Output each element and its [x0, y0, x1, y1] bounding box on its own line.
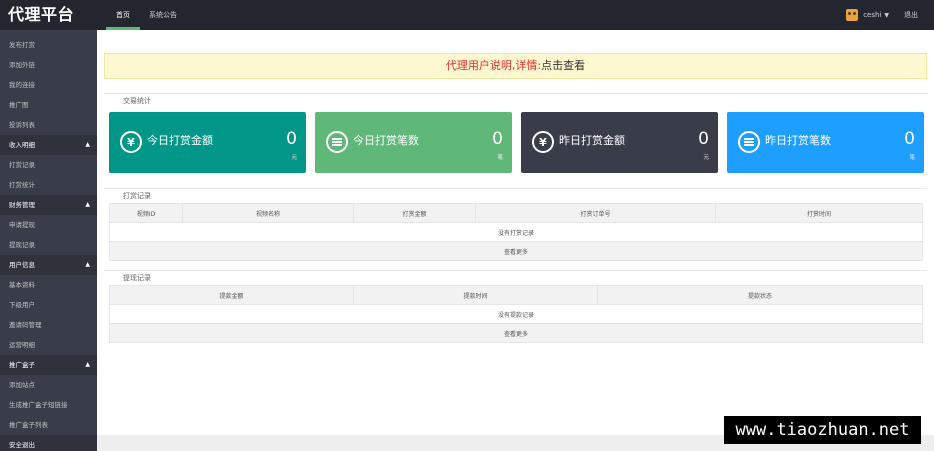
- chevron-down-icon: ▼: [884, 11, 889, 19]
- sidebar-item-add-link[interactable]: 添加外链: [0, 55, 97, 75]
- table-header-row: 提款金额 提款时间 提款状态: [109, 285, 923, 305]
- view-more-link[interactable]: 查看更多: [109, 241, 923, 261]
- table-row[interactable]: 查看更多: [109, 241, 923, 261]
- table-row[interactable]: 查看更多: [109, 323, 923, 343]
- tip-records-table: 视频ID 视频名称 打赏金额 打赏订单号 打赏时间 没有打赏记录 查看更多: [109, 203, 923, 261]
- column-header: 提款时间: [353, 285, 598, 305]
- yen-icon: ¥: [120, 131, 142, 153]
- empty-message: 没有打赏记录: [109, 222, 923, 242]
- sidebar-group-promo-box[interactable]: 推广盒子 ▲: [0, 355, 97, 375]
- sidebar-item-withdraw-records[interactable]: 提现记录: [0, 235, 97, 255]
- sidebar-item-apply-withdraw[interactable]: 申请提现: [0, 215, 97, 235]
- stat-card-today-count: 今日打赏笔数 0 笔: [315, 112, 512, 173]
- sidebar-group-income[interactable]: 收入明细 ▲: [0, 135, 97, 155]
- main-content: 代理用户说明,详情:点击查看 交易统计 ¥ 今日打赏金额 0 元 今日打赏笔数 …: [97, 30, 934, 435]
- chevron-up-icon: ▲: [85, 141, 90, 148]
- stat-unit: 元: [703, 155, 709, 161]
- sidebar-item-safe-exit[interactable]: 安全退出: [0, 435, 97, 451]
- column-header: 视频ID: [109, 203, 183, 223]
- sidebar-item-tip-stats[interactable]: 打赏统计: [0, 175, 97, 195]
- stat-value: 0: [698, 129, 709, 149]
- sidebar-group-label: 推广盒子: [9, 361, 35, 369]
- stat-value: 0: [904, 129, 915, 149]
- empty-message: 没有提款记录: [109, 304, 923, 324]
- stat-unit: 元: [291, 155, 297, 161]
- chevron-up-icon: ▲: [85, 201, 90, 208]
- table-header-row: 视频ID 视频名称 打赏金额 打赏订单号 打赏时间: [109, 203, 923, 223]
- column-header: 提款状态: [597, 285, 923, 305]
- section-title-tips: 打赏记录: [104, 183, 927, 200]
- sidebar: 发布打赏 添加外链 我的连接 推广图 投诉列表 收入明细 ▲ 打赏记录 打赏统计…: [0, 30, 97, 451]
- sidebar-item-promo-box-list[interactable]: 推广盒子列表: [0, 415, 97, 435]
- chevron-up-icon: ▲: [85, 261, 90, 268]
- sidebar-item-complaints[interactable]: 投诉列表: [0, 115, 97, 135]
- stat-unit: 笔: [909, 155, 915, 161]
- notice-text: 代理用户说明,详情:: [445, 59, 542, 72]
- sidebar-item-operations[interactable]: 运营明细: [0, 335, 97, 355]
- stat-label: 今日打赏笔数: [353, 134, 419, 147]
- stat-card-yesterday-amount: ¥ 昨日打赏金额 0 元: [521, 112, 718, 173]
- stat-label: 今日打赏金额: [147, 134, 213, 147]
- list-icon: [738, 131, 760, 153]
- sidebar-group-user-info[interactable]: 用户信息 ▲: [0, 255, 97, 275]
- column-header: 打赏时间: [715, 203, 923, 223]
- notice-banner[interactable]: 代理用户说明,详情:点击查看: [104, 53, 927, 79]
- nav-home[interactable]: 首页: [106, 0, 140, 30]
- stat-unit: 笔: [497, 155, 503, 161]
- yen-icon: ¥: [532, 131, 554, 153]
- stat-value: 0: [286, 129, 297, 149]
- chevron-up-icon: ▲: [85, 361, 90, 368]
- avatar: [846, 9, 859, 21]
- logout-link[interactable]: 退出: [904, 0, 918, 30]
- stat-card-today-amount: ¥ 今日打赏金额 0 元: [109, 112, 306, 173]
- stat-label: 昨日打赏金额: [559, 134, 625, 147]
- column-header: 打赏金额: [353, 203, 476, 223]
- section-title-label: 交易统计: [117, 97, 157, 105]
- username: ceshi: [863, 11, 882, 19]
- table-row: 没有打赏记录: [109, 222, 923, 242]
- sidebar-item-promo-image[interactable]: 推广图: [0, 95, 97, 115]
- sidebar-group-label: 收入明细: [9, 141, 35, 149]
- stat-label: 昨日打赏笔数: [765, 134, 831, 147]
- nav-announcements[interactable]: 系统公告: [139, 0, 187, 30]
- section-title-stats: 交易统计: [104, 88, 927, 105]
- table-row: 没有提款记录: [109, 304, 923, 324]
- stat-value: 0: [492, 129, 503, 149]
- stat-card-yesterday-count: 昨日打赏笔数 0 笔: [727, 112, 924, 173]
- sidebar-item-my-links[interactable]: 我的连接: [0, 75, 97, 95]
- section-title-label: 打赏记录: [117, 192, 157, 200]
- sidebar-item-add-site[interactable]: 添加站点: [0, 375, 97, 395]
- sidebar-group-label: 财务管理: [9, 201, 35, 209]
- section-title-withdraw: 提现记录: [104, 265, 927, 282]
- notice-link[interactable]: 点击查看: [541, 59, 585, 72]
- sidebar-item-tip-records[interactable]: 打赏记录: [0, 155, 97, 175]
- user-menu[interactable]: ceshi ▼: [846, 0, 889, 30]
- top-bar: 代理平台 首页 系统公告 ceshi ▼ 退出: [0, 0, 934, 30]
- column-header: 视频名称: [182, 203, 354, 223]
- sidebar-item-invite-codes[interactable]: 邀请码管理: [0, 315, 97, 335]
- view-more-link[interactable]: 查看更多: [109, 323, 923, 343]
- sidebar-item-generate-short-link[interactable]: 生成推广盒子短链接: [0, 395, 97, 415]
- column-header: 打赏订单号: [475, 203, 716, 223]
- sidebar-item-publish-tip[interactable]: 发布打赏: [0, 35, 97, 55]
- list-icon: [326, 131, 348, 153]
- sidebar-group-label: 用户信息: [9, 261, 35, 269]
- withdraw-records-table: 提款金额 提款时间 提款状态 没有提款记录 查看更多: [109, 285, 923, 343]
- sidebar-item-profile[interactable]: 基本资料: [0, 275, 97, 295]
- column-header: 提款金额: [109, 285, 354, 305]
- sidebar-item-sub-users[interactable]: 下级用户: [0, 295, 97, 315]
- watermark: www.tiaozhuan.net: [724, 416, 921, 444]
- sidebar-group-finance[interactable]: 财务管理 ▲: [0, 195, 97, 215]
- app-logo: 代理平台: [8, 5, 75, 24]
- section-title-label: 提现记录: [117, 274, 157, 282]
